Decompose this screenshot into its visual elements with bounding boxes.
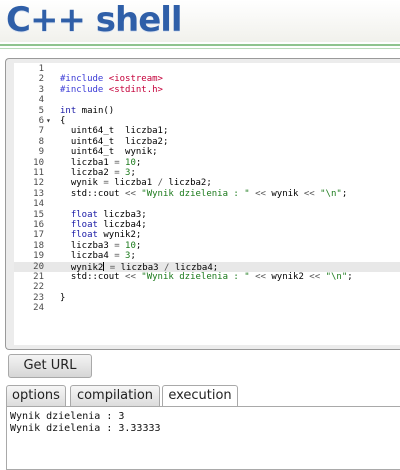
output-line: Wynik dzielenia : 3 — [10, 411, 125, 422]
line-number: 8 — [38, 136, 44, 147]
code-text: wynik = liczba1 / liczba2; — [60, 178, 212, 189]
line-number: 1 — [38, 64, 44, 74]
code-line[interactable]: 8 uint64_t liczba2; — [14, 137, 400, 147]
line-number: 4 — [38, 95, 44, 106]
code-text: liczba3 = 10; — [60, 240, 142, 251]
code-text: uint64_t liczba2; — [60, 136, 169, 147]
line-number: 15 — [33, 209, 44, 220]
output-tabs: options compilation execution — [6, 385, 400, 408]
header: C++ shell — [0, 0, 400, 42]
code-text: liczba1 = 10; — [60, 157, 142, 168]
fold-toggle-icon[interactable]: ▾ — [46, 116, 54, 126]
code-line[interactable]: 16 float liczba4; — [14, 220, 400, 230]
line-number: 13 — [33, 188, 44, 199]
line-number: 19 — [33, 251, 44, 262]
code-line[interactable]: 20 wynik2 = liczba3 / liczba4; — [14, 261, 400, 273]
line-number: 23 — [33, 292, 44, 303]
code-text: #include <iostream> — [60, 74, 163, 85]
line-number: 21 — [33, 272, 44, 282]
code-text: std::cout << "Wynik dzielenia : " << wyn… — [60, 272, 353, 282]
code-text: int main() — [60, 105, 115, 116]
code-line[interactable]: 10 liczba1 = 10; — [14, 158, 400, 168]
code-line[interactable]: 5 int main() — [14, 106, 400, 116]
line-number: 20 — [33, 261, 44, 272]
tab-execution[interactable]: execution — [162, 385, 238, 408]
output-line: Wynik dzielenia : 3.33333 — [10, 423, 161, 434]
code-line[interactable]: 3 #include <stdint.h> — [14, 85, 400, 95]
code-line[interactable]: 1 — [14, 64, 400, 74]
line-number: 17 — [33, 230, 44, 241]
line-number: 11 — [33, 168, 44, 178]
code-text: float wynik2; — [70, 230, 142, 241]
code-text: uint64_t liczba1; — [60, 126, 169, 137]
code-text: } — [60, 292, 66, 303]
line-number: 24 — [33, 303, 44, 314]
code-line[interactable]: 17 float wynik2; — [14, 230, 400, 240]
code-line[interactable]: 11 liczba2 = 3; — [14, 168, 400, 178]
code-editor[interactable]: 1 2 #include <iostream> 3 #include <stdint.h… — [14, 63, 400, 345]
code-line[interactable]: 19 liczba4 = 3; — [14, 251, 400, 261]
line-number: 10 — [33, 157, 44, 168]
code-line[interactable]: 7 uint64_t liczba1; — [14, 126, 400, 136]
code-line[interactable]: 6 ▾ { — [14, 116, 400, 126]
line-number: 3 — [38, 84, 44, 95]
code-text: uint64_t wynik; — [60, 147, 158, 158]
code-line[interactable]: 4 — [14, 95, 400, 105]
app-logo[interactable]: C++ shell — [6, 0, 183, 40]
code-line[interactable]: 14 — [14, 199, 400, 209]
tab-compilation[interactable]: compilation — [70, 385, 160, 407]
code-text: liczba2 = 3; — [60, 168, 136, 178]
code-line[interactable]: 23} — [14, 293, 400, 303]
line-number: 14 — [33, 199, 44, 210]
line-number: 12 — [33, 178, 44, 189]
tab-options[interactable]: options — [6, 385, 66, 407]
code-line[interactable]: 21 std::cout << "Wynik dzielenia : " << … — [14, 272, 400, 282]
code-text: liczba4 = 3; — [60, 251, 136, 262]
code-line[interactable]: 18 liczba3 = 10; — [14, 241, 400, 251]
code-text: #include <stdint.h> — [60, 84, 163, 95]
line-number: 16 — [33, 220, 44, 230]
code-text: float liczba4; — [70, 220, 147, 230]
editor-panel: 1 2 #include <iostream> 3 #include <stdint.h… — [5, 58, 400, 350]
code-text: std::cout << "Wynik dzielenia : " << wyn… — [60, 188, 348, 199]
code-line[interactable]: 22 — [14, 282, 400, 292]
code-text: { — [60, 116, 66, 126]
code-text: float liczba3; — [70, 209, 147, 220]
header-divider-secondary — [0, 48, 400, 49]
line-number: 18 — [33, 240, 44, 251]
code-line[interactable]: 15 float liczba3; — [14, 210, 400, 220]
header-divider — [0, 44, 400, 46]
line-number: 2 — [38, 74, 44, 85]
line-number: 6 — [38, 116, 44, 126]
line-number: 5 — [38, 105, 44, 116]
code-line[interactable]: 2 #include <iostream> — [14, 74, 400, 84]
code-line[interactable]: 9 uint64_t wynik; — [14, 147, 400, 157]
code-line[interactable]: 24 — [14, 303, 400, 313]
line-number: 9 — [38, 147, 44, 158]
get-url-button[interactable]: Get URL — [8, 354, 92, 378]
code-line[interactable]: 12 wynik = liczba1 / liczba2; — [14, 178, 400, 188]
execution-output: Wynik dzielenia : 3 Wynik dzielenia : 3.… — [6, 406, 400, 470]
line-number: 22 — [33, 282, 44, 293]
line-number: 7 — [38, 126, 44, 137]
code-line[interactable]: 13 std::cout << "Wynik dzielenia : " << … — [14, 189, 400, 199]
